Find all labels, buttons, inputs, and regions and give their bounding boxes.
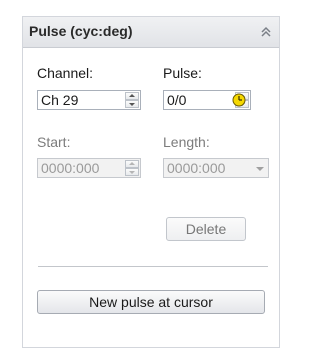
channel-decrement-button[interactable] xyxy=(125,100,139,108)
panel-header[interactable]: Pulse (cyc:deg) xyxy=(23,17,279,48)
length-dropdown[interactable]: 0000:000 xyxy=(163,158,269,178)
chevron-down-icon[interactable] xyxy=(256,167,264,171)
channel-spin-buttons[interactable] xyxy=(125,92,139,108)
length-value: 0000:000 xyxy=(167,160,226,176)
delete-button[interactable]: Delete xyxy=(166,217,246,241)
pulse-value: 0/0 xyxy=(167,92,187,108)
channel-stepper[interactable]: Ch 29 xyxy=(37,90,141,110)
clock-icon xyxy=(232,93,246,107)
start-spin-buttons[interactable] xyxy=(125,160,139,176)
double-chevron-up-icon[interactable] xyxy=(259,25,273,39)
length-label: Length: xyxy=(163,134,210,150)
start-value: 0000:000 xyxy=(41,160,100,176)
channel-increment-button[interactable] xyxy=(125,92,139,100)
start-increment-button[interactable] xyxy=(125,160,139,168)
channel-label: Channel: xyxy=(37,65,94,81)
panel-title: Pulse (cyc:deg) xyxy=(29,23,133,39)
divider xyxy=(38,266,268,267)
start-stepper[interactable]: 0000:000 xyxy=(37,158,141,178)
start-label: Start: xyxy=(37,134,71,150)
channel-value: Ch 29 xyxy=(41,92,79,108)
start-decrement-button[interactable] xyxy=(125,168,139,176)
new-pulse-at-cursor-button[interactable]: New pulse at cursor xyxy=(37,290,265,314)
pulse-label: Pulse: xyxy=(163,65,202,81)
pulse-panel: Pulse (cyc:deg) Channel: Ch 29 Pulse: 0/… xyxy=(22,16,280,348)
